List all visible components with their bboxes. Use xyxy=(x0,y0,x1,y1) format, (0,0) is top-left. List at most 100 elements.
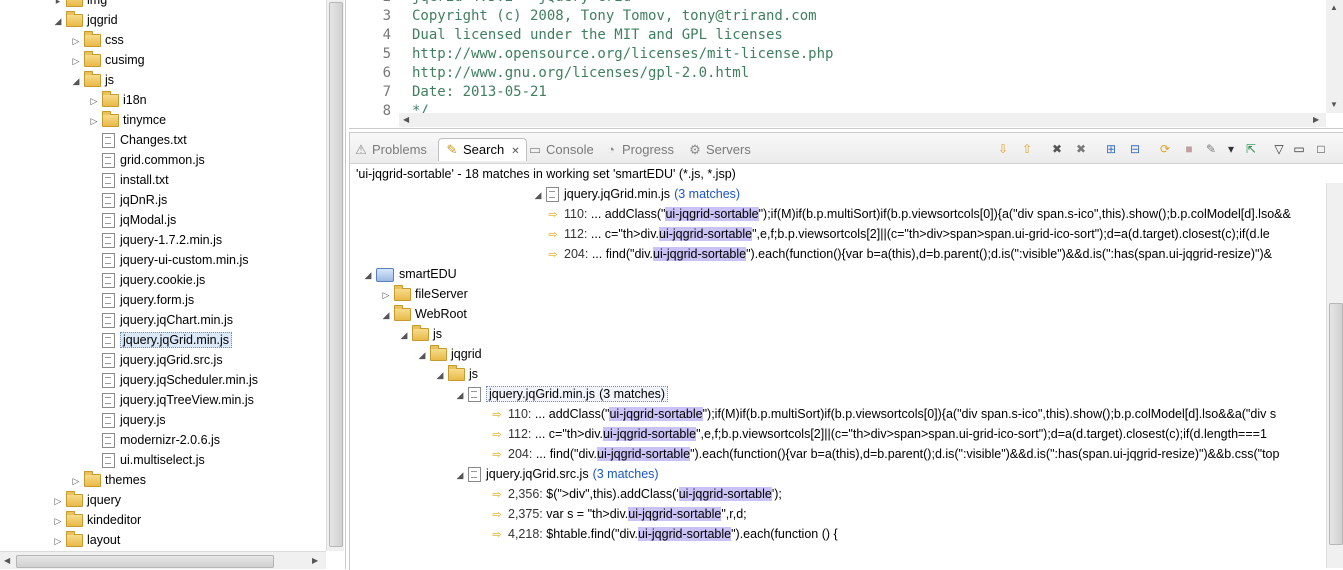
search-match-row[interactable]: ⇨ 4,218: $htable.find("div.ui-jqgrid-sort… xyxy=(490,524,838,544)
collapsed-icon[interactable]: ▷ xyxy=(70,31,82,51)
expanded-icon[interactable]: ◢ xyxy=(52,11,64,31)
file-node[interactable]: jqDnR.js xyxy=(88,190,167,210)
file-node[interactable]: jquery.cookie.js xyxy=(88,270,205,290)
folder-node[interactable]: ◢ js xyxy=(434,364,478,384)
project-node[interactable]: ◢ smartEDU xyxy=(362,264,457,284)
pin-view-icon[interactable]: ⇱ xyxy=(1243,141,1259,157)
collapsed-icon[interactable]: ▷ xyxy=(88,111,100,131)
folder-node[interactable]: ◢ jqgrid xyxy=(52,10,118,30)
search-match-row[interactable]: ⇨ 2,356: $(">div",this).addClass('ui-jqgr… xyxy=(490,484,782,504)
editor-horizontal-scrollbar[interactable]: ◀ ▶ xyxy=(399,113,1326,127)
folder-node[interactable]: ▸ img xyxy=(52,0,107,10)
explorer-vertical-scrollbar[interactable] xyxy=(326,0,344,551)
folder-node[interactable]: ▷ themes xyxy=(70,470,146,490)
tab-console[interactable]: ▭ Console xyxy=(528,139,594,161)
file-node[interactable]: jquery.form.js xyxy=(88,290,194,310)
file-node[interactable]: modernizr-2.0.6.js xyxy=(88,430,220,450)
scroll-right-icon[interactable]: ▶ xyxy=(312,556,318,565)
folder-node[interactable]: ▷ fileServer xyxy=(380,284,468,304)
previous-match-icon[interactable]: ⇧ xyxy=(1019,141,1035,157)
code-line[interactable]: 5 http://www.opensource.org/licenses/mit-… xyxy=(349,45,834,64)
collapsed-icon[interactable]: ▷ xyxy=(52,491,64,511)
file-node[interactable]: jquery-1.7.2.min.js xyxy=(88,230,222,250)
scroll-left-icon[interactable]: ◀ xyxy=(403,115,409,124)
code-editor[interactable]: 2jqGrid 4.5.2 - jQuery Grid3 Copyright (c… xyxy=(349,0,1343,129)
maximize-icon[interactable]: □ xyxy=(1313,141,1329,157)
folder-node[interactable]: ◢ WebRoot xyxy=(380,304,467,324)
expanded-icon[interactable]: ◢ xyxy=(416,345,428,365)
expanded-icon[interactable]: ◢ xyxy=(434,365,446,385)
folder-node[interactable]: ◢ js xyxy=(70,70,114,90)
expanded-icon[interactable]: ◢ xyxy=(362,265,374,285)
search-match-row[interactable]: ⇨ 110: ... addClass("ui-jqgrid-sortable")… xyxy=(490,404,1276,424)
search-match-row[interactable]: ⇨ 110: ... addClass("ui-jqgrid-sortable")… xyxy=(546,204,1291,224)
expand-all-icon[interactable]: ⊞ xyxy=(1103,141,1119,157)
file-node[interactable]: jquery.jqGrid.src.js xyxy=(88,350,223,370)
result-file-node[interactable]: ◢ jquery.jqGrid.min.js (3 matches) xyxy=(532,184,740,204)
code-line[interactable]: 6 http://www.gnu.org/licenses/gpl-2.0.htm… xyxy=(349,64,750,83)
run-search-again-icon[interactable]: ⟳ xyxy=(1157,141,1173,157)
collapsed-icon[interactable]: ▷ xyxy=(52,531,64,551)
code-line[interactable]: 4 Dual licensed under the MIT and GPL lic… xyxy=(349,26,783,45)
minimize-icon[interactable]: ▭ xyxy=(1291,141,1307,157)
tab-search[interactable]: ✎ Search ✕ xyxy=(438,138,527,161)
result-file-node[interactable]: ◢ jquery.jqGrid.src.js (3 matches) xyxy=(454,464,659,484)
collapsed-icon[interactable]: ▷ xyxy=(70,51,82,71)
file-node[interactable]: jqModal.js xyxy=(88,210,176,230)
tab-progress[interactable]: ◔ Progress xyxy=(604,139,674,161)
folder-node[interactable]: ▷ cusimg xyxy=(70,50,145,70)
file-node[interactable]: grid.common.js xyxy=(88,150,205,170)
results-vertical-scrollbar[interactable] xyxy=(1326,183,1343,568)
expanded-icon[interactable]: ◢ xyxy=(454,385,466,405)
file-node[interactable]: jquery.jqScheduler.min.js xyxy=(88,370,258,390)
view-menu-icon[interactable]: ▽ xyxy=(1271,141,1287,157)
expanded-icon[interactable]: ◢ xyxy=(532,185,544,205)
folder-node[interactable]: ▷ tinymce xyxy=(88,110,166,130)
folder-node[interactable]: ◢ jqgrid xyxy=(416,344,482,364)
scroll-right-icon[interactable]: ▶ xyxy=(1313,115,1319,124)
file-node[interactable]: jquery.jqChart.min.js xyxy=(88,310,233,330)
folder-node[interactable]: ▷ jquery xyxy=(52,490,121,510)
collapse-all-icon[interactable]: ⊟ xyxy=(1127,141,1143,157)
code-line[interactable]: 3 Copyright (c) 2008, Tony Tomov, tony@tr… xyxy=(349,7,817,26)
collapsed-icon[interactable]: ▷ xyxy=(88,91,100,111)
file-node[interactable]: install.txt xyxy=(88,170,169,190)
expanded-icon[interactable]: ◢ xyxy=(398,325,410,345)
remove-match-icon[interactable]: ✖ xyxy=(1049,141,1065,157)
search-match-row[interactable]: ⇨ 112: ... c="th>div.ui-jqgrid-sortable",… xyxy=(546,224,1270,244)
file-node[interactable]: jquery.jqGrid.min.js xyxy=(88,330,233,350)
folder-node[interactable]: ▷ css xyxy=(70,30,124,50)
search-match-row[interactable]: ⇨ 204: ... find("div.ui-jqgrid-sortable")… xyxy=(546,244,1272,264)
collapsed-icon[interactable]: ▷ xyxy=(52,511,64,531)
tab-servers[interactable]: ⚙ Servers xyxy=(688,139,751,161)
history-dropdown-icon[interactable]: ▾ xyxy=(1223,141,1239,157)
file-node[interactable]: ui.multiselect.js xyxy=(88,450,205,470)
file-node[interactable]: jquery.jqTreeView.min.js xyxy=(88,390,254,410)
search-match-row[interactable]: ⇨ 204: ... find("div.ui-jqgrid-sortable")… xyxy=(490,444,1279,464)
folder-node[interactable]: ▷ i18n xyxy=(88,90,147,110)
file-node[interactable]: jquery.js xyxy=(88,410,166,430)
next-match-icon[interactable]: ⇩ xyxy=(995,141,1011,157)
code-line[interactable]: 7 Date: 2013-05-21 xyxy=(349,83,547,102)
expanded-icon[interactable]: ◢ xyxy=(70,71,82,91)
folder-node[interactable]: ▷ kindeditor xyxy=(52,510,141,530)
cancel-search-icon[interactable]: ■ xyxy=(1181,141,1197,157)
folder-node[interactable]: ▷ layout xyxy=(52,530,120,550)
close-icon[interactable]: ✕ xyxy=(511,146,519,157)
scroll-left-icon[interactable]: ◀ xyxy=(4,556,10,565)
scroll-down-icon[interactable]: ▼ xyxy=(1330,100,1338,109)
file-node[interactable]: jquery-ui-custom.min.js xyxy=(88,250,249,270)
search-match-row[interactable]: ⇨ 112: ... c="th>div.ui-jqgrid-sortable",… xyxy=(490,424,1267,444)
search-history-icon[interactable]: ✎ xyxy=(1203,141,1219,157)
scroll-up-icon[interactable]: ▲ xyxy=(1330,3,1338,12)
tab-problems[interactable]: ⚠ Problems xyxy=(354,139,427,161)
collapsed-icon[interactable]: ▷ xyxy=(380,285,392,305)
explorer-vertical-scroll-thumb[interactable] xyxy=(329,2,343,547)
code-line[interactable]: 2jqGrid 4.5.2 - jQuery Grid xyxy=(349,0,632,7)
file-node[interactable]: Changes.txt xyxy=(88,130,187,150)
remove-all-matches-icon[interactable]: ✖ xyxy=(1073,141,1089,157)
explorer-horizontal-scroll-thumb[interactable] xyxy=(16,555,274,568)
search-results-tree[interactable]: ◢ jquery.jqGrid.min.js (3 matches) ⇨ 110: ..… xyxy=(350,183,1326,570)
results-vertical-scroll-thumb[interactable] xyxy=(1329,303,1343,545)
explorer-horizontal-scrollbar[interactable]: ◀ ▶ xyxy=(0,551,326,569)
